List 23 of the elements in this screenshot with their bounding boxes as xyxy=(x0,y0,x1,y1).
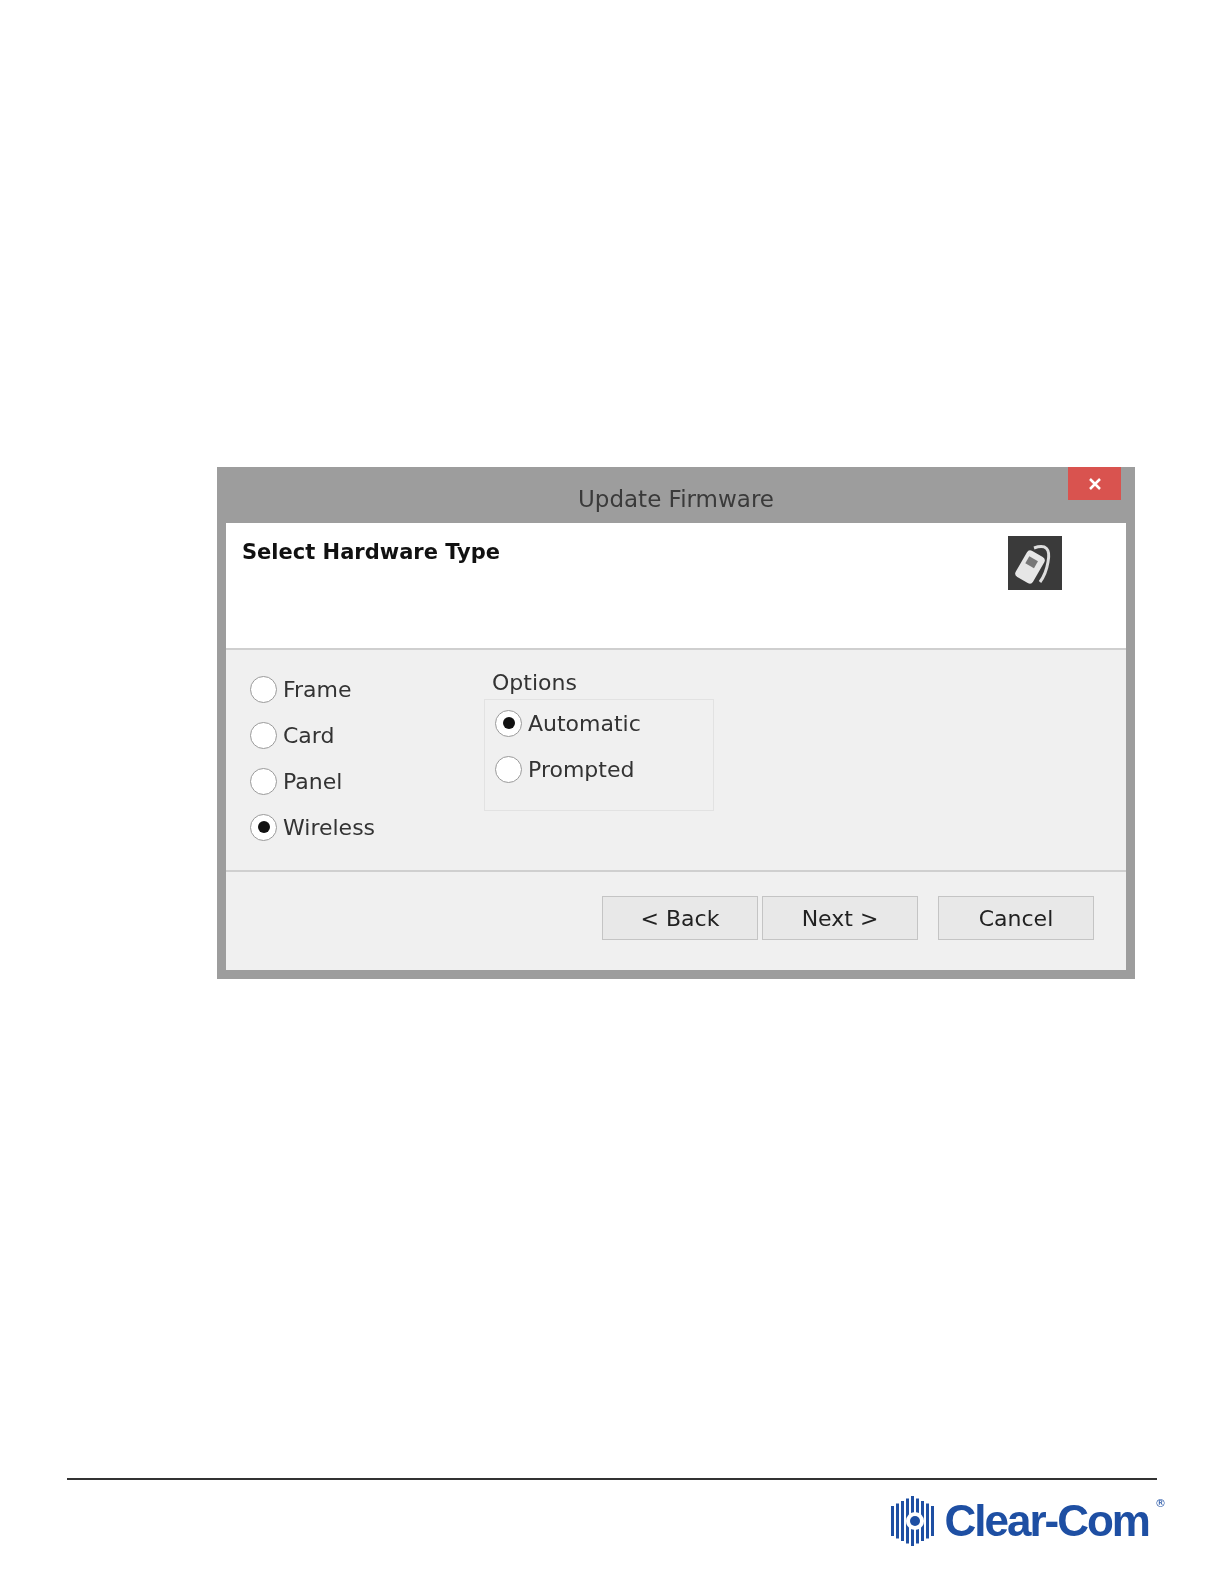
radio-button[interactable] xyxy=(495,755,522,783)
close-icon xyxy=(1087,476,1102,491)
radio-button[interactable] xyxy=(250,767,277,795)
window-title: Update Firmware xyxy=(578,484,774,514)
page-heading: Select Hardware Type xyxy=(242,539,501,566)
dialog-button[interactable]: < Back xyxy=(602,896,758,940)
radio-button[interactable] xyxy=(250,813,277,841)
logo-text: Clear-Com xyxy=(944,1499,1149,1543)
radio-button[interactable] xyxy=(250,675,277,703)
phone-icon xyxy=(1008,536,1062,590)
radio-label: Card xyxy=(283,721,335,750)
radio-label: Frame xyxy=(283,675,352,704)
radio-button[interactable] xyxy=(495,709,522,737)
radio-label: Panel xyxy=(283,767,343,796)
close-button[interactable] xyxy=(1068,467,1121,500)
radio-label: Prompted xyxy=(528,755,635,784)
dialog-button[interactable]: Cancel xyxy=(938,896,1094,940)
registered-mark: ® xyxy=(1155,1496,1166,1512)
radio-label: Wireless xyxy=(283,813,376,842)
radio-label: Automatic xyxy=(528,709,641,738)
radio-button[interactable] xyxy=(250,721,277,749)
dialog-button[interactable]: Next > xyxy=(762,896,918,940)
options-label: Options xyxy=(492,669,578,697)
